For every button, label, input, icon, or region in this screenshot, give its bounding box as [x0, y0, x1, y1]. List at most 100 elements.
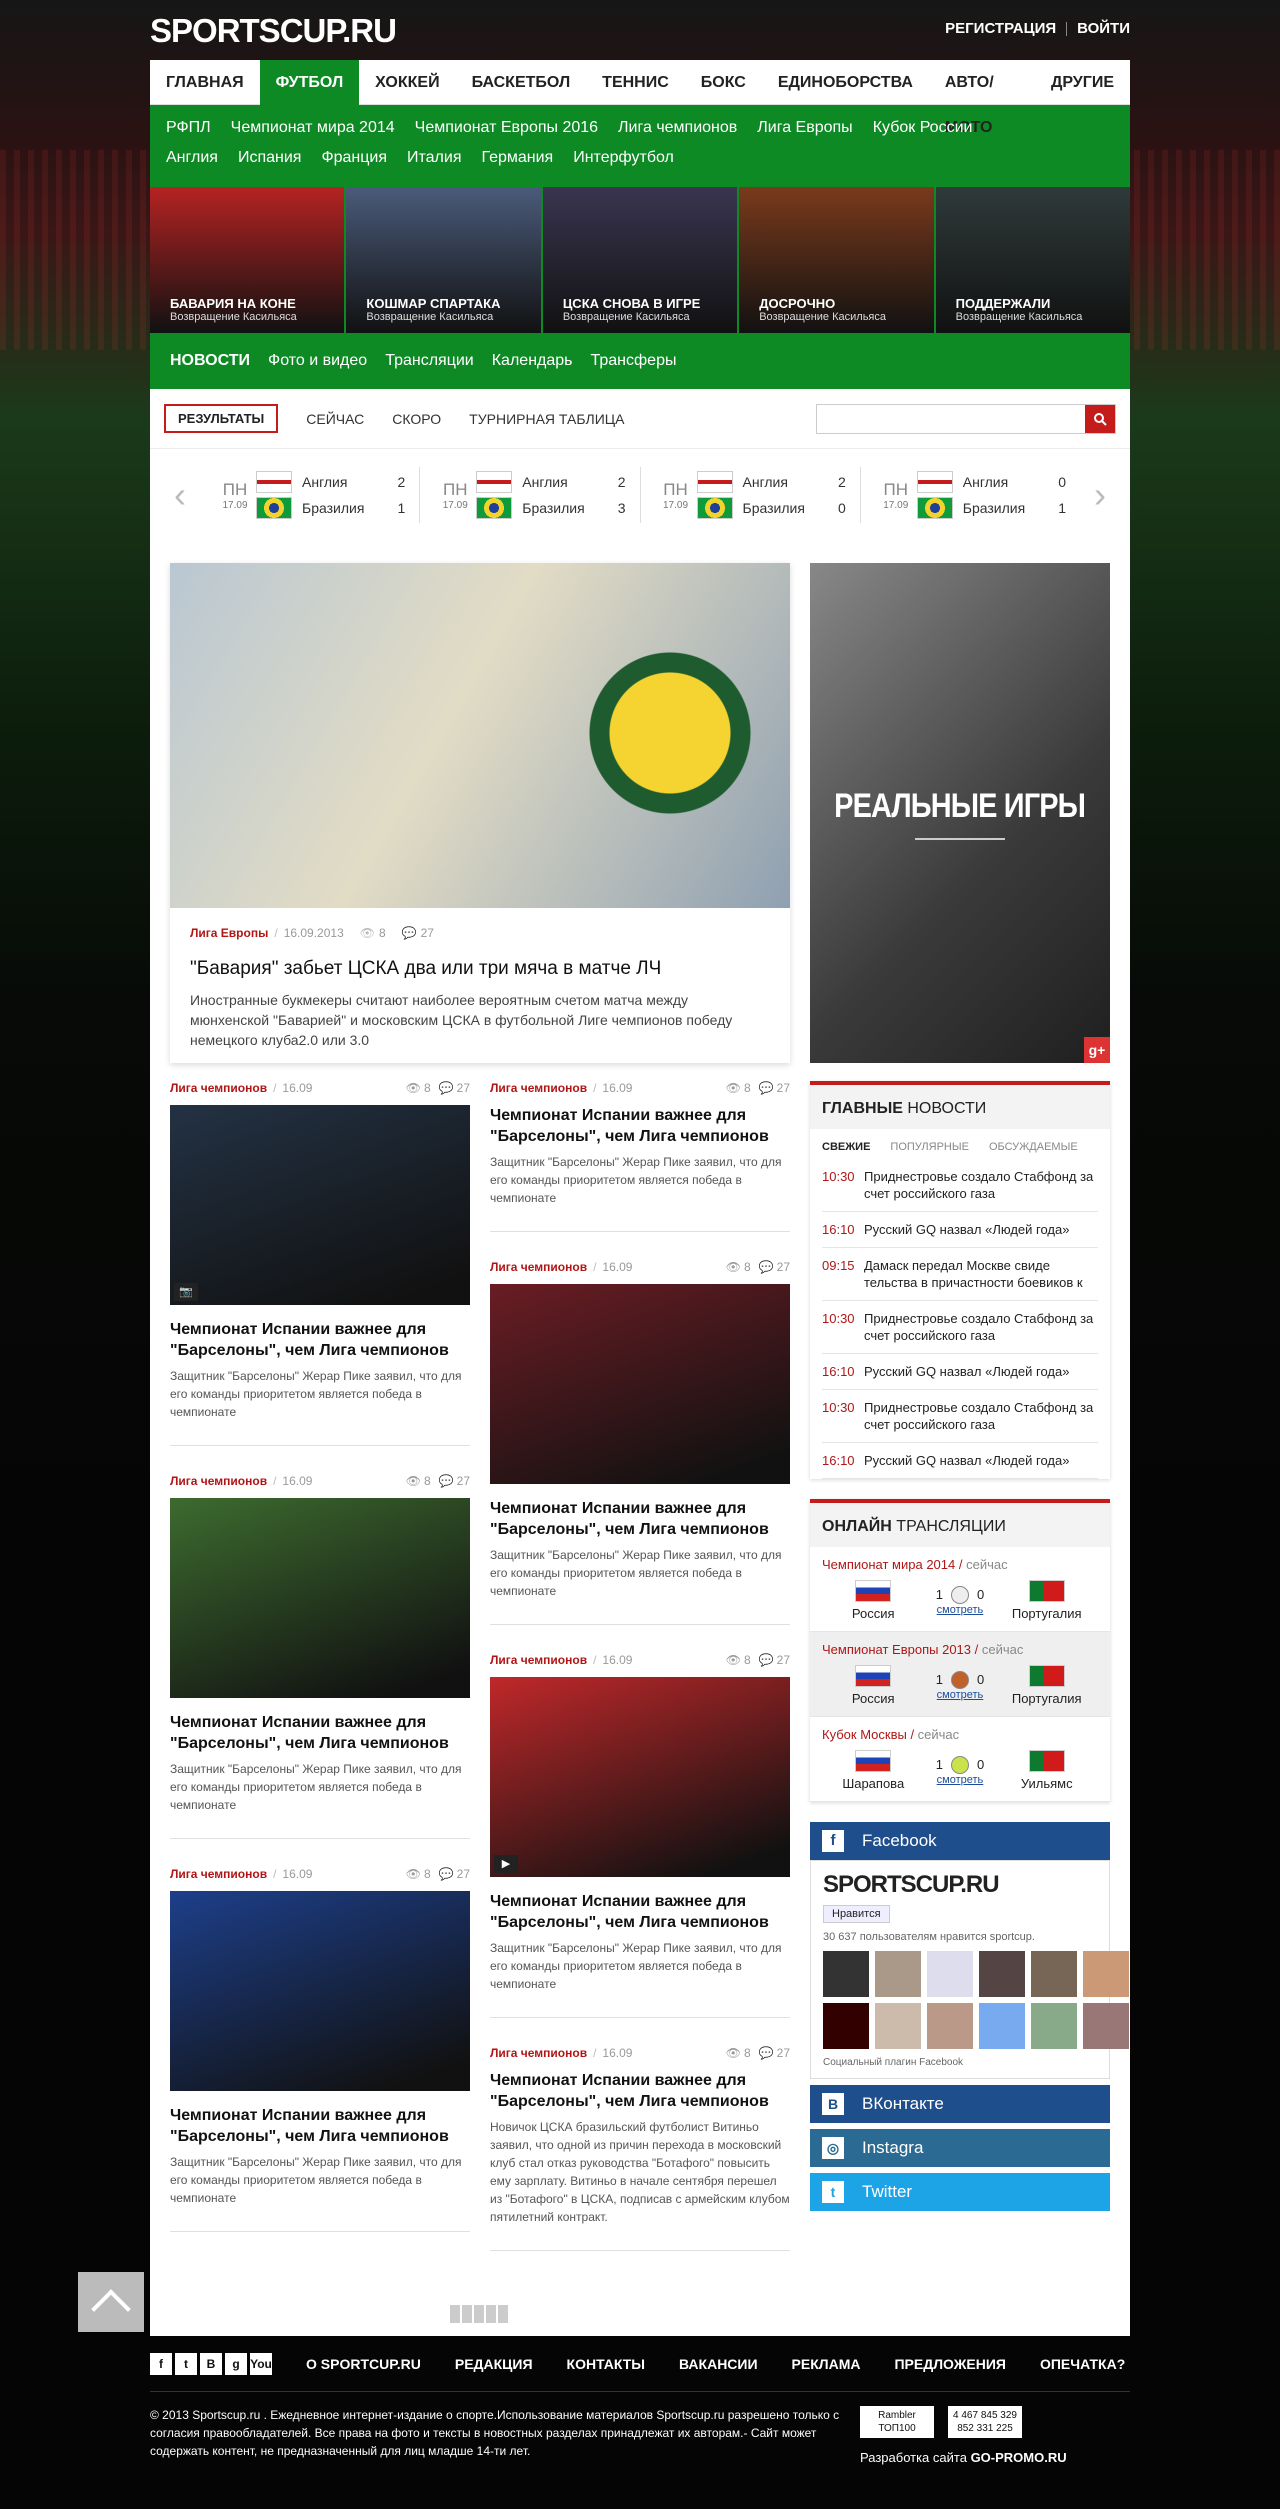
news-tab[interactable]: ОБСУЖДАЕМЫЕ: [989, 1141, 1078, 1153]
section-nav-item[interactable]: НОВОСТИ: [170, 352, 250, 370]
footer-link[interactable]: РЕКЛАМА: [792, 2356, 861, 2372]
sub-nav-item[interactable]: Германия: [481, 143, 553, 173]
news-item[interactable]: 16:10 Русский GQ назвал «Людей года»: [822, 1443, 1098, 1479]
social-button[interactable]: В ВКонтакте: [810, 2085, 1110, 2123]
sub-nav-item[interactable]: Интерфутбол: [573, 143, 674, 173]
tab-soon[interactable]: СКОРО: [392, 411, 441, 427]
sub-nav-item[interactable]: Франция: [321, 143, 387, 173]
footer-link[interactable]: ПРЕДЛОЖЕНИЯ: [894, 2356, 1005, 2372]
sub-nav-item[interactable]: РФПЛ: [166, 113, 211, 143]
search-input[interactable]: [817, 404, 1085, 433]
google-plus-icon[interactable]: g+: [1084, 1037, 1110, 1063]
card-category[interactable]: Лига чемпионов: [490, 1653, 587, 1667]
facebook-fan-avatar[interactable]: [1031, 2003, 1077, 2049]
section-nav-item[interactable]: Трансляции: [385, 352, 474, 370]
sub-nav-item[interactable]: Англия: [166, 143, 218, 173]
facebook-fan-avatar[interactable]: [1083, 1951, 1129, 1997]
news-card[interactable]: Лига чемпионов / 16.09 👁 8 💬 27 Чемпионат Испан…: [490, 2046, 790, 2251]
news-card[interactable]: Лига чемпионов / 16.09 👁 8 💬 27 Чемпионат Испан…: [490, 1260, 790, 1625]
search-button[interactable]: [1085, 404, 1115, 433]
main-nav-item[interactable]: ГЛАВНАЯ: [150, 60, 260, 105]
broadcast-item[interactable]: Чемпионат Европы 2013 / сейчас Россия 1 0 см…: [810, 1632, 1110, 1717]
news-tab[interactable]: СВЕЖИЕ: [822, 1141, 870, 1153]
featured-thumb[interactable]: ПОДДЕРЖАЛИ Возвращение Касильяса: [935, 187, 1131, 333]
facebook-fan-avatar[interactable]: [927, 2003, 973, 2049]
broadcast-item[interactable]: Чемпионат мира 2014 / сейчас Россия 1 0 смот…: [810, 1547, 1110, 1632]
site-logo[interactable]: SPORTSCUP.RU: [150, 12, 397, 50]
section-nav-item[interactable]: Трансферы: [591, 352, 677, 370]
main-nav-item[interactable]: ЕДИНОБОРСТВА: [762, 60, 929, 105]
footer-social-icon[interactable]: f: [150, 2352, 172, 2375]
broadcast-item[interactable]: Кубок Москвы / сейчас Шарапова 1 0 смотреть У…: [810, 1717, 1110, 1802]
watch-link[interactable]: смотреть: [936, 1689, 984, 1701]
main-nav-item[interactable]: БАСКЕТБОЛ: [456, 60, 587, 105]
news-card[interactable]: Лига чемпионов / 16.09 👁 8 💬 27 Чемпионат Испан…: [170, 1474, 470, 1839]
lead-category[interactable]: Лига Европы: [190, 926, 268, 940]
featured-thumb[interactable]: ДОСРОЧНО Возвращение Касильяса: [739, 187, 936, 333]
chevron-right-icon[interactable]: ›: [1080, 474, 1120, 516]
sub-nav-item[interactable]: Чемпионат мира 2014: [231, 113, 395, 143]
news-item[interactable]: 10:30 Приднестровье создало Стабфонд за с…: [822, 1301, 1098, 1354]
card-title[interactable]: Чемпионат Испании важнее для "Барселоны"…: [490, 1498, 790, 1540]
facebook-header[interactable]: f Facebook: [810, 1822, 1110, 1860]
card-title[interactable]: Чемпионат Испании важнее для "Барселоны"…: [170, 1712, 470, 1754]
watch-link[interactable]: смотреть: [936, 1604, 984, 1616]
card-title[interactable]: Чемпионат Испании важнее для "Барселоны"…: [170, 1319, 470, 1361]
news-item[interactable]: 16:10 Русский GQ назвал «Людей года»: [822, 1212, 1098, 1248]
login-link[interactable]: ВОЙТИ: [1077, 20, 1130, 37]
card-title[interactable]: Чемпионат Испании важнее для "Барселоны"…: [490, 2070, 790, 2112]
facebook-fan-avatar[interactable]: [823, 1951, 869, 1997]
card-category[interactable]: Лига чемпионов: [170, 1081, 267, 1095]
match-card[interactable]: ПН 17.09 Англия 2 Бразилия 1: [200, 467, 421, 523]
news-item[interactable]: 16:10 Русский GQ назвал «Людей года»: [822, 1354, 1098, 1390]
match-card[interactable]: ПН 17.09 Англия 0 Бразилия 1: [861, 467, 1080, 523]
facebook-like-button[interactable]: Нравится: [823, 1905, 890, 1923]
card-category[interactable]: Лига чемпионов: [170, 1867, 267, 1881]
sub-nav-item[interactable]: Лига Европы: [757, 113, 852, 143]
social-button[interactable]: ◎ Instagra: [810, 2129, 1110, 2167]
results-tab[interactable]: РЕЗУЛЬТАТЫ: [164, 404, 279, 433]
card-category[interactable]: Лига чемпионов: [490, 1260, 587, 1274]
social-button[interactable]: t Twitter: [810, 2173, 1110, 2211]
facebook-fan-avatar[interactable]: [875, 1951, 921, 1997]
sub-nav-item[interactable]: Испания: [238, 143, 302, 173]
card-category[interactable]: Лига чемпионов: [490, 2046, 587, 2060]
lead-article[interactable]: Лига Европы / 16.09.2013 👁 8 💬 27 "Бавар…: [170, 563, 790, 1063]
footer-link[interactable]: ВАКАНСИИ: [679, 2356, 758, 2372]
facebook-fan-avatar[interactable]: [875, 2003, 921, 2049]
section-nav-item[interactable]: Фото и видео: [268, 352, 367, 370]
footer-social-icon[interactable]: g: [225, 2352, 247, 2375]
facebook-fan-avatar[interactable]: [979, 1951, 1025, 1997]
main-nav-item[interactable]: ФУТБОЛ: [259, 59, 360, 105]
main-nav-item[interactable]: АВТО/МОТО: [929, 60, 1035, 136]
news-card[interactable]: Лига чемпионов / 16.09 👁 8 💬 27 Чемпионат Испан…: [490, 1081, 790, 1232]
developer-credit[interactable]: Разработка сайта GO-PROMO.RU: [860, 2450, 1067, 2465]
card-category[interactable]: Лига чемпионов: [490, 1081, 587, 1095]
liveinternet-badge[interactable]: 4 467 845 329 852 331 225: [948, 2406, 1022, 2438]
rambler-badge[interactable]: Rambler ТОП100: [860, 2406, 934, 2438]
match-card[interactable]: ПН 17.09 Англия 2 Бразилия 3: [420, 467, 641, 523]
card-title[interactable]: Чемпионат Испании важнее для "Барселоны"…: [170, 2105, 470, 2147]
footer-link[interactable]: ОПЕЧАТКА?: [1040, 2356, 1125, 2372]
sub-nav-item[interactable]: Кубок России: [873, 113, 973, 143]
tab-now[interactable]: СЕЙЧАС: [306, 411, 364, 427]
watch-link[interactable]: смотреть: [936, 1774, 984, 1786]
footer-link[interactable]: О SPORTCUP.RU: [306, 2356, 421, 2372]
card-title[interactable]: Чемпионат Испании важнее для "Барселоны"…: [490, 1891, 790, 1933]
facebook-fan-avatar[interactable]: [927, 1951, 973, 1997]
facebook-fan-avatar[interactable]: [1031, 1951, 1077, 1997]
facebook-fan-avatar[interactable]: [1083, 2003, 1129, 2049]
sub-nav-item[interactable]: Чемпионат Европы 2016: [415, 113, 598, 143]
card-image[interactable]: [490, 1284, 790, 1484]
news-item[interactable]: 09:15 Дамаск передал Москве свиде тельств…: [822, 1248, 1098, 1301]
card-image[interactable]: [170, 1498, 470, 1698]
featured-thumb[interactable]: КОШМАР СПАРТАКА Возвращение Касильяса: [346, 187, 543, 333]
featured-thumb[interactable]: БАВАРИЯ НА КОНЕ Возвращение Касильяса: [150, 187, 347, 333]
card-image[interactable]: ▶: [490, 1677, 790, 1877]
footer-social-icon[interactable]: t: [175, 2352, 197, 2375]
footer-social-icon[interactable]: В: [200, 2352, 222, 2375]
featured-thumb[interactable]: ЦСКА СНОВА В ИГРЕ Возвращение Касильяса: [542, 187, 740, 333]
section-nav-item[interactable]: Календарь: [492, 352, 573, 370]
footer-link[interactable]: РЕДАКЦИЯ: [455, 2356, 533, 2372]
news-card[interactable]: Лига чемпионов / 16.09 👁 8 💬 27 Чемпионат Испан…: [170, 1867, 470, 2232]
